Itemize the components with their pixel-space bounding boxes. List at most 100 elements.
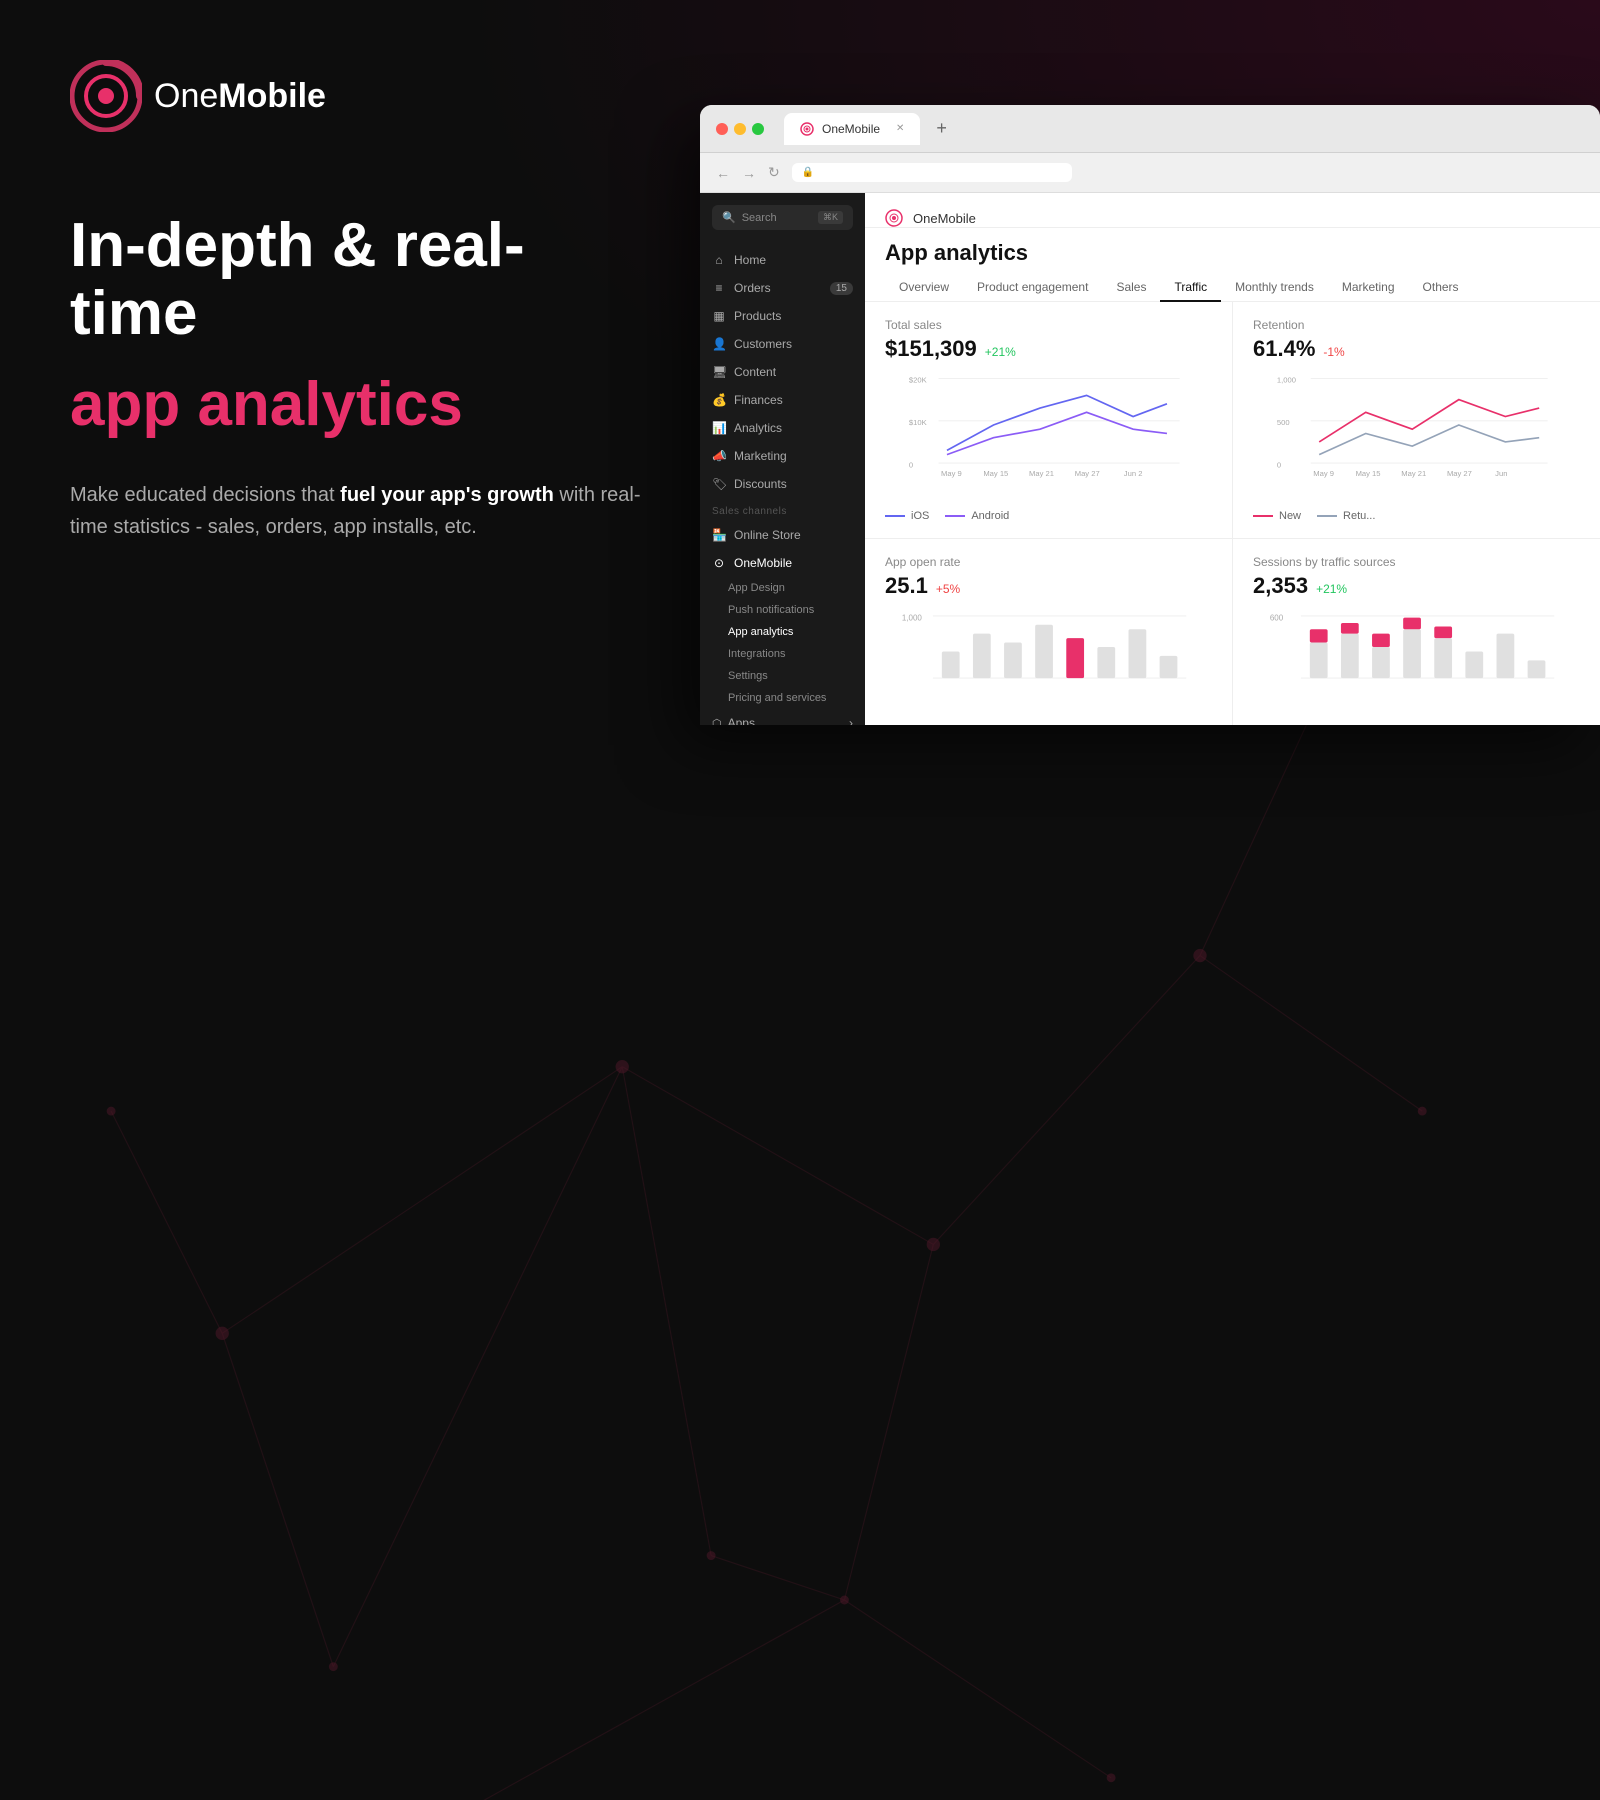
tab-monthly-trends[interactable]: Monthly trends	[1221, 274, 1328, 302]
ios-label: iOS	[911, 510, 929, 522]
sidebar-item-home[interactable]: ⌂ Home	[700, 246, 865, 274]
retention-chart-area: 1,000 500 0 May 9	[1253, 370, 1580, 502]
browser-window: OneMobile ✕ + ← → ↻ 🔒 🔍 Search ⌘K ⌂	[700, 105, 1600, 725]
sidebar-discounts-label: Discounts	[734, 477, 787, 491]
browser-chrome: OneMobile ✕ +	[700, 105, 1600, 153]
legend-android: Android	[945, 510, 1009, 522]
sidebar-sub-analytics[interactable]: App analytics	[700, 621, 865, 643]
address-bar[interactable]: 🔒	[792, 163, 1072, 182]
sessions-card: Sessions by traffic sources 2,353 +21% 6…	[1233, 539, 1600, 725]
marketing-icon: 📣	[712, 449, 726, 463]
retention-title: Retention	[1253, 318, 1580, 332]
close-button[interactable]	[716, 123, 728, 135]
sidebar-item-marketing[interactable]: 📣 Marketing	[700, 442, 865, 470]
svg-text:$10K: $10K	[909, 418, 927, 427]
svg-text:May 15: May 15	[983, 469, 1008, 478]
new-label: New	[1279, 510, 1301, 522]
back-button[interactable]: ←	[716, 165, 730, 181]
analytics-icon: 📊	[712, 421, 726, 435]
retention-card: Retention 61.4% -1% 1,000 500 0	[1233, 302, 1600, 538]
sidebar-navigation: ⌂ Home ≡ Orders 15 ▦ Products 👤 Customer…	[700, 242, 865, 725]
minimize-button[interactable]	[734, 123, 746, 135]
svg-text:May 15: May 15	[1356, 469, 1381, 478]
legend-new: New	[1253, 510, 1301, 522]
sidebar-item-products[interactable]: ▦ Products	[700, 302, 865, 330]
apps-label: Apps	[728, 716, 755, 725]
sidebar-marketing-label: Marketing	[734, 449, 787, 463]
sidebar-item-onemobile[interactable]: ⊙ OneMobile	[700, 549, 865, 577]
tab-label: OneMobile	[822, 122, 880, 136]
svg-text:May 21: May 21	[1401, 469, 1426, 478]
charts-grid: Total sales $151,309 +21% $20K $10K 0	[865, 302, 1600, 725]
products-icon: ▦	[712, 309, 726, 323]
tab-close-icon[interactable]: ✕	[896, 123, 904, 134]
svg-text:May 27: May 27	[1447, 469, 1472, 478]
sidebar-customers-label: Customers	[734, 337, 792, 351]
sidebar-item-discounts[interactable]: 🏷 Discounts	[700, 470, 865, 498]
tab-product-engagement[interactable]: Product engagement	[963, 274, 1102, 302]
sessions-title: Sessions by traffic sources	[1253, 555, 1580, 569]
sidebar-item-orders[interactable]: ≡ Orders 15	[700, 274, 865, 302]
app-open-rate-value: 25.1 +5%	[885, 573, 1212, 599]
total-sales-card: Total sales $151,309 +21% $20K $10K 0	[865, 302, 1232, 538]
forward-button[interactable]: →	[742, 165, 756, 181]
total-sales-title: Total sales	[885, 318, 1212, 332]
logo-area: OneMobile	[70, 60, 650, 132]
browser-tab[interactable]: OneMobile ✕	[784, 113, 920, 145]
sidebar-sub-pricing[interactable]: Pricing and services	[700, 687, 865, 709]
search-placeholder: Search	[742, 212, 777, 224]
sidebar-sub-push[interactable]: Push notifications	[700, 599, 865, 621]
svg-text:May 27: May 27	[1075, 469, 1100, 478]
sidebar-onemobile-label: OneMobile	[734, 556, 792, 570]
tab-overview[interactable]: Overview	[885, 274, 963, 302]
sidebar-sub-settings[interactable]: Settings	[700, 665, 865, 687]
sidebar-sub-integrations[interactable]: Integrations	[700, 643, 865, 665]
svg-text:May 21: May 21	[1029, 469, 1054, 478]
subtitle-bold: fuel your app's growth	[340, 484, 554, 506]
tab-marketing[interactable]: Marketing	[1328, 274, 1409, 302]
sidebar-home-label: Home	[734, 253, 766, 267]
maximize-button[interactable]	[752, 123, 764, 135]
svg-text:Jun 2: Jun 2	[1124, 469, 1143, 478]
sessions-value: 2,353 +21%	[1253, 573, 1580, 599]
retention-chart: 1,000 500 0 May 9	[1253, 370, 1580, 480]
svg-text:500: 500	[1277, 418, 1290, 427]
online-store-icon: 🏪	[712, 528, 726, 542]
finances-icon: 💰	[712, 393, 726, 407]
sidebar-item-analytics[interactable]: 📊 Analytics	[700, 414, 865, 442]
retention-legend: New Retu...	[1253, 510, 1580, 522]
sidebar-finances-label: Finances	[734, 393, 783, 407]
app-open-rate-title: App open rate	[885, 555, 1212, 569]
sidebar-orders-label: Orders	[734, 281, 771, 295]
logo-text: OneMobile	[154, 77, 326, 116]
sessions-chart: 600	[1253, 607, 1580, 687]
hero-headline: In-depth & real-time	[70, 212, 650, 348]
onemobile-sidebar-icon: ⊙	[712, 556, 726, 570]
retention-value: 61.4% -1%	[1253, 336, 1580, 362]
new-tab-button[interactable]: +	[936, 118, 947, 139]
hero-accent: app analytics	[70, 368, 650, 442]
sidebar-item-finances[interactable]: 💰 Finances	[700, 386, 865, 414]
traffic-lights	[716, 123, 764, 135]
search-bar[interactable]: 🔍 Search ⌘K	[712, 205, 853, 230]
sidebar-item-customers[interactable]: 👤 Customers	[700, 330, 865, 358]
app-content: 🔍 Search ⌘K ⌂ Home ≡ Orders 15 ▦ Product…	[700, 193, 1600, 725]
tab-others[interactable]: Others	[1409, 274, 1473, 302]
svg-text:0: 0	[1277, 460, 1281, 469]
total-sales-delta: +21%	[985, 345, 1016, 359]
refresh-button[interactable]: ↻	[768, 164, 780, 181]
sidebar-online-store-label: Online Store	[734, 528, 801, 542]
sidebar-sub-app-design[interactable]: App Design	[700, 577, 865, 599]
sidebar-item-online-store[interactable]: 🏪 Online Store	[700, 521, 865, 549]
orders-badge: 15	[830, 282, 853, 295]
app-open-rate-card: App open rate 25.1 +5% 1,000	[865, 539, 1232, 725]
android-label: Android	[971, 510, 1009, 522]
legend-ios: iOS	[885, 510, 929, 522]
sidebar-item-content[interactable]: 🖥 Content	[700, 358, 865, 386]
tab-traffic[interactable]: Traffic	[1160, 274, 1221, 302]
total-sales-chart-area: $20K $10K 0 May 9	[885, 370, 1212, 502]
discounts-icon: 🏷	[712, 477, 726, 491]
tab-sales[interactable]: Sales	[1102, 274, 1160, 302]
sidebar-apps-section[interactable]: ⬡ Apps ›	[700, 709, 865, 725]
svg-text:600: 600	[1270, 613, 1284, 622]
